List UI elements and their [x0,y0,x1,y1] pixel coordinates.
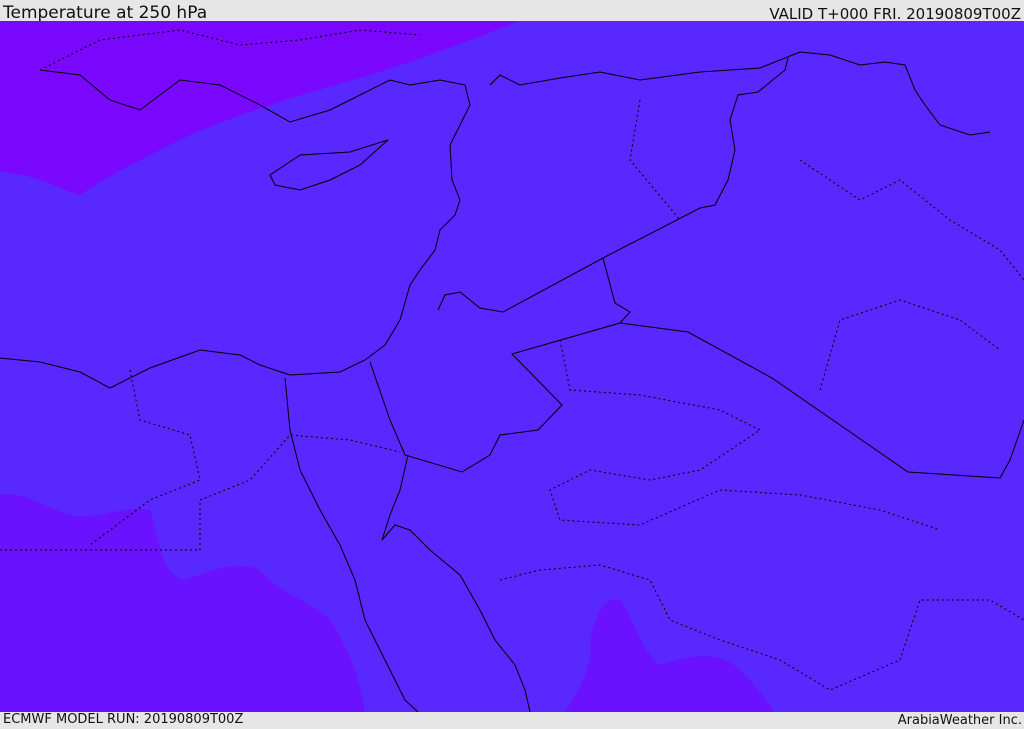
map-title: Temperature at 250 hPa [3,3,208,23]
header-bar: Temperature at 250 hPa VALID T+000 FRI. … [0,0,1024,23]
temperature-map [0,21,1024,712]
footer-bar: ECMWF MODEL RUN: 20190809T00Z ArabiaWeat… [0,712,1024,729]
credit-text: ArabiaWeather Inc. [897,713,1022,728]
model-run: ECMWF MODEL RUN: 20190809T00Z [3,712,244,727]
